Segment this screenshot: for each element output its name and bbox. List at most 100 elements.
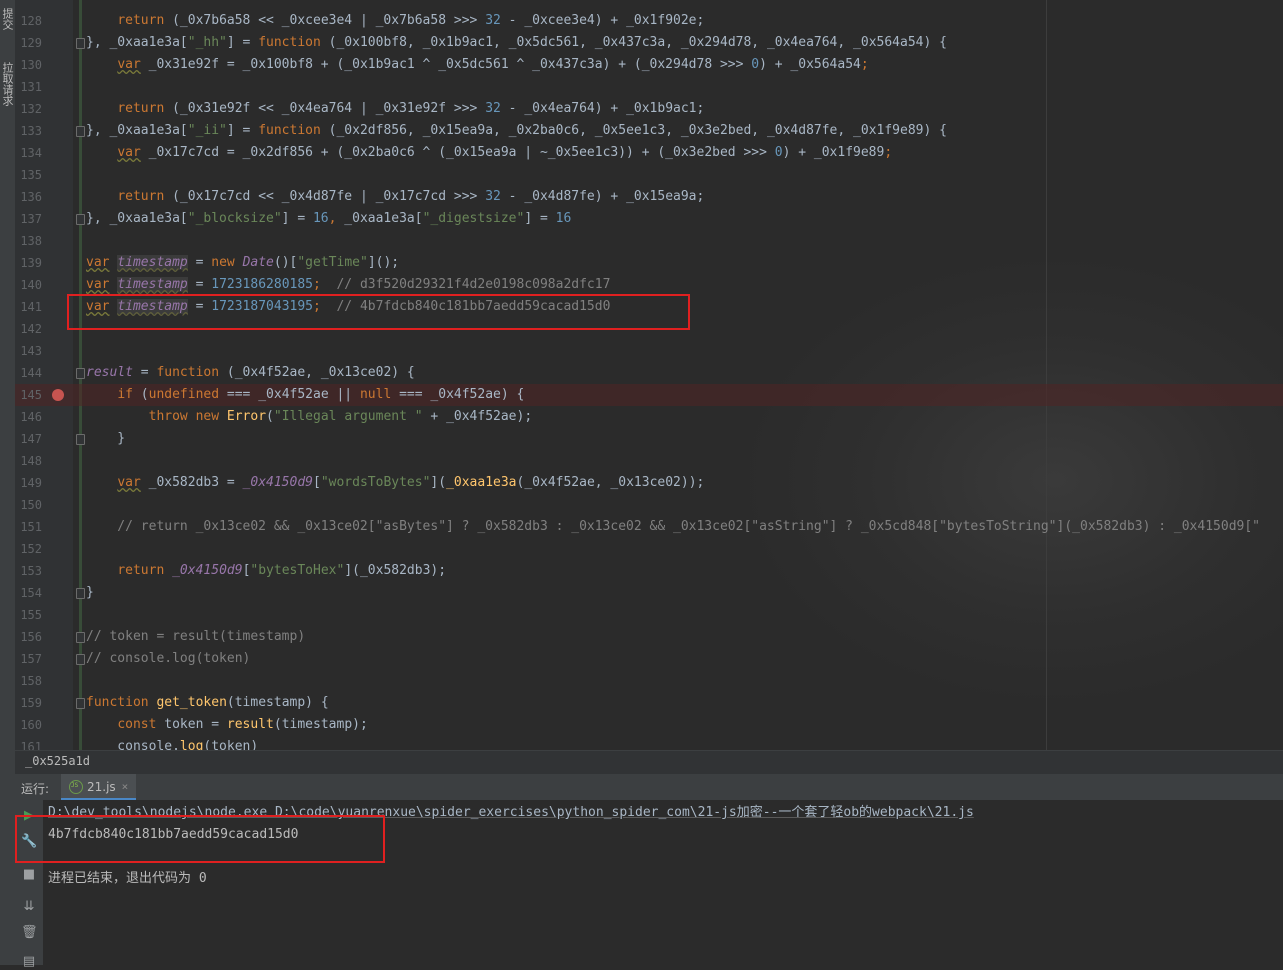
line-number[interactable]: 161 [15, 736, 42, 750]
code-line[interactable]: 129}, _0xaa1e3a["_hh"] = function (_0x10… [15, 32, 1283, 54]
scroll-to-end-icon[interactable]: ⇊ [21, 899, 37, 915]
code-line[interactable]: 153 return _0x4150d9["bytesToHex"](_0x58… [15, 560, 1283, 582]
code-text[interactable]: // token = result(timestamp) [86, 626, 305, 648]
code-text[interactable]: console.log(token) [86, 736, 258, 750]
line-number[interactable]: 157 [15, 648, 42, 670]
fold-icon[interactable] [76, 434, 85, 445]
close-icon[interactable]: × [122, 780, 129, 793]
run-tab-21js[interactable]: 21.js × [61, 774, 137, 800]
code-text[interactable]: return (_0x17c7cd << _0x4d87fe | _0x17c7… [86, 186, 704, 208]
line-number[interactable]: 131 [15, 76, 42, 98]
code-line[interactable]: 148 [15, 450, 1283, 472]
code-text[interactable]: var timestamp = new Date()["getTime"](); [86, 252, 399, 274]
stop-icon[interactable]: ■ [21, 867, 37, 883]
line-number[interactable]: 158 [15, 670, 42, 692]
code-line[interactable]: 160 const token = result(timestamp); [15, 714, 1283, 736]
breadcrumb[interactable]: _0x525a1d [15, 750, 1283, 774]
code-line[interactable]: 159 function get_token(timestamp) { [15, 692, 1283, 714]
line-number[interactable]: 136 [15, 186, 42, 208]
code-line[interactable]: 152 [15, 538, 1283, 560]
line-number[interactable]: 142 [15, 318, 42, 340]
code-line[interactable]: 151 // return _0x13ce02 && _0x13ce02["as… [15, 516, 1283, 538]
line-number[interactable]: 133 [15, 120, 42, 142]
breadcrumb-item[interactable]: _0x525a1d [25, 754, 90, 768]
fold-icon[interactable] [76, 38, 85, 49]
code-line[interactable]: 157 // console.log(token) [15, 648, 1283, 670]
line-number[interactable]: 130 [15, 54, 42, 76]
code-text[interactable]: // console.log(token) [86, 648, 250, 670]
fold-icon[interactable] [76, 214, 85, 225]
code-text[interactable]: }, _0xaa1e3a["_blocksize"] = 16, _0xaa1e… [86, 208, 571, 230]
code-line[interactable]: 132 return (_0x31e92f << _0x4ea764 | _0x… [15, 98, 1283, 120]
line-number[interactable]: 145 [15, 384, 42, 406]
code-text[interactable]: } [86, 428, 125, 450]
line-number[interactable]: 147 [15, 428, 42, 450]
code-line[interactable]: 143 [15, 340, 1283, 362]
code-text[interactable]: return _0x4150d9["bytesToHex"](_0x582db3… [86, 560, 446, 582]
console-exit-message[interactable]: 进程已结束，退出代码为 0 [48, 868, 207, 890]
fold-icon[interactable] [76, 654, 85, 665]
code-text[interactable]: function get_token(timestamp) { [86, 692, 329, 714]
code-text[interactable]: throw new Error("Illegal argument " + _0… [86, 406, 533, 428]
code-line[interactable]: 134 var _0x17c7cd = _0x2df856 + (_0x2ba0… [15, 142, 1283, 164]
code-line[interactable]: 135 [15, 164, 1283, 186]
line-number[interactable]: 156 [15, 626, 42, 648]
line-number[interactable]: 151 [15, 516, 42, 538]
fold-icon[interactable] [76, 126, 85, 137]
line-number[interactable]: 153 [15, 560, 42, 582]
code-text[interactable]: var _0x31e92f = _0x100bf8 + (_0x1b9ac1 ^… [86, 54, 868, 76]
fold-icon[interactable] [76, 588, 85, 599]
line-number[interactable]: 148 [15, 450, 42, 472]
line-number[interactable]: 135 [15, 164, 42, 186]
code-text[interactable]: // return _0x13ce02 && _0x13ce02["asByte… [86, 516, 1260, 538]
code-text[interactable]: return (_0x7b6a58 << _0xcee3e4 | _0x7b6a… [86, 10, 704, 32]
code-line[interactable]: 130 var _0x31e92f = _0x100bf8 + (_0x1b9a… [15, 54, 1283, 76]
code-text[interactable]: var timestamp = 1723186280185; // d3f520… [86, 274, 610, 296]
code-line[interactable]: 149 var _0x582db3 = _0x4150d9["wordsToBy… [15, 472, 1283, 494]
code-line[interactable]: 140 var timestamp = 1723186280185; // d3f… [15, 274, 1283, 296]
code-line[interactable]: 137}, _0xaa1e3a["_blocksize"] = 16, _0xa… [15, 208, 1283, 230]
line-number[interactable]: 140 [15, 274, 42, 296]
code-line[interactable]: 139 var timestamp = new Date()["getTime"]… [15, 252, 1283, 274]
code-line[interactable]: 144 result = function (_0x4f52ae, _0x13ce… [15, 362, 1283, 384]
fold-icon[interactable] [76, 368, 85, 379]
line-number[interactable]: 150 [15, 494, 42, 516]
line-number[interactable]: 138 [15, 230, 42, 252]
code-line[interactable]: 147 } [15, 428, 1283, 450]
code-line[interactable]: 128 return (_0x7b6a58 << _0xcee3e4 | _0x… [15, 10, 1283, 32]
code-text[interactable]: var _0x17c7cd = _0x2df856 + (_0x2ba0c6 ^… [86, 142, 892, 164]
line-number[interactable]: 159 [15, 692, 42, 714]
line-number[interactable]: 132 [15, 98, 42, 120]
code-line[interactable]: 133 }, _0xaa1e3a["_ii"] = function (_0x2d… [15, 120, 1283, 142]
code-text[interactable]: result = function (_0x4f52ae, _0x13ce02)… [86, 362, 415, 384]
trash-icon[interactable]: 🗑 [21, 925, 38, 941]
breakpoint-icon[interactable] [52, 389, 64, 401]
code-text[interactable]: }, _0xaa1e3a["_ii"] = function (_0x2df85… [86, 120, 947, 142]
line-number[interactable]: 143 [15, 340, 42, 362]
line-number[interactable]: 134 [15, 142, 42, 164]
code-editor[interactable]: 128 return (_0x7b6a58 << _0xcee3e4 | _0x… [15, 0, 1283, 750]
line-number[interactable]: 146 [15, 406, 42, 428]
line-number[interactable]: 154 [15, 582, 42, 604]
pull-requests-tool-tab[interactable]: 拉取请求 [0, 62, 15, 106]
code-line[interactable]: 131 [15, 76, 1283, 98]
line-number[interactable]: 128 [15, 10, 42, 32]
commit-tool-tab[interactable]: 提交 [0, 8, 15, 30]
line-number[interactable]: 144 [15, 362, 42, 384]
code-line[interactable]: 158 [15, 670, 1283, 692]
fold-icon[interactable] [76, 698, 85, 709]
line-number[interactable]: 160 [15, 714, 42, 736]
code-line[interactable]: 156 // token = result(timestamp) [15, 626, 1283, 648]
code-text[interactable]: if (undefined === _0x4f52ae || null === … [86, 384, 524, 406]
code-text[interactable]: return (_0x31e92f << _0x4ea764 | _0x31e9… [86, 98, 704, 120]
code-line[interactable]: 150 [15, 494, 1283, 516]
code-line[interactable]: 155 [15, 604, 1283, 626]
code-line[interactable]: 146 throw new Error("Illegal argument " … [15, 406, 1283, 428]
line-number[interactable]: 155 [15, 604, 42, 626]
code-line[interactable]: 136 return (_0x17c7cd << _0x4d87fe | _0x… [15, 186, 1283, 208]
layout-icon[interactable]: ▤ [21, 954, 37, 970]
fold-icon[interactable] [76, 632, 85, 643]
code-line[interactable]: 154} [15, 582, 1283, 604]
code-text[interactable]: const token = result(timestamp); [86, 714, 367, 736]
code-line[interactable]: 145 if (undefined === _0x4f52ae || null … [15, 384, 1283, 406]
